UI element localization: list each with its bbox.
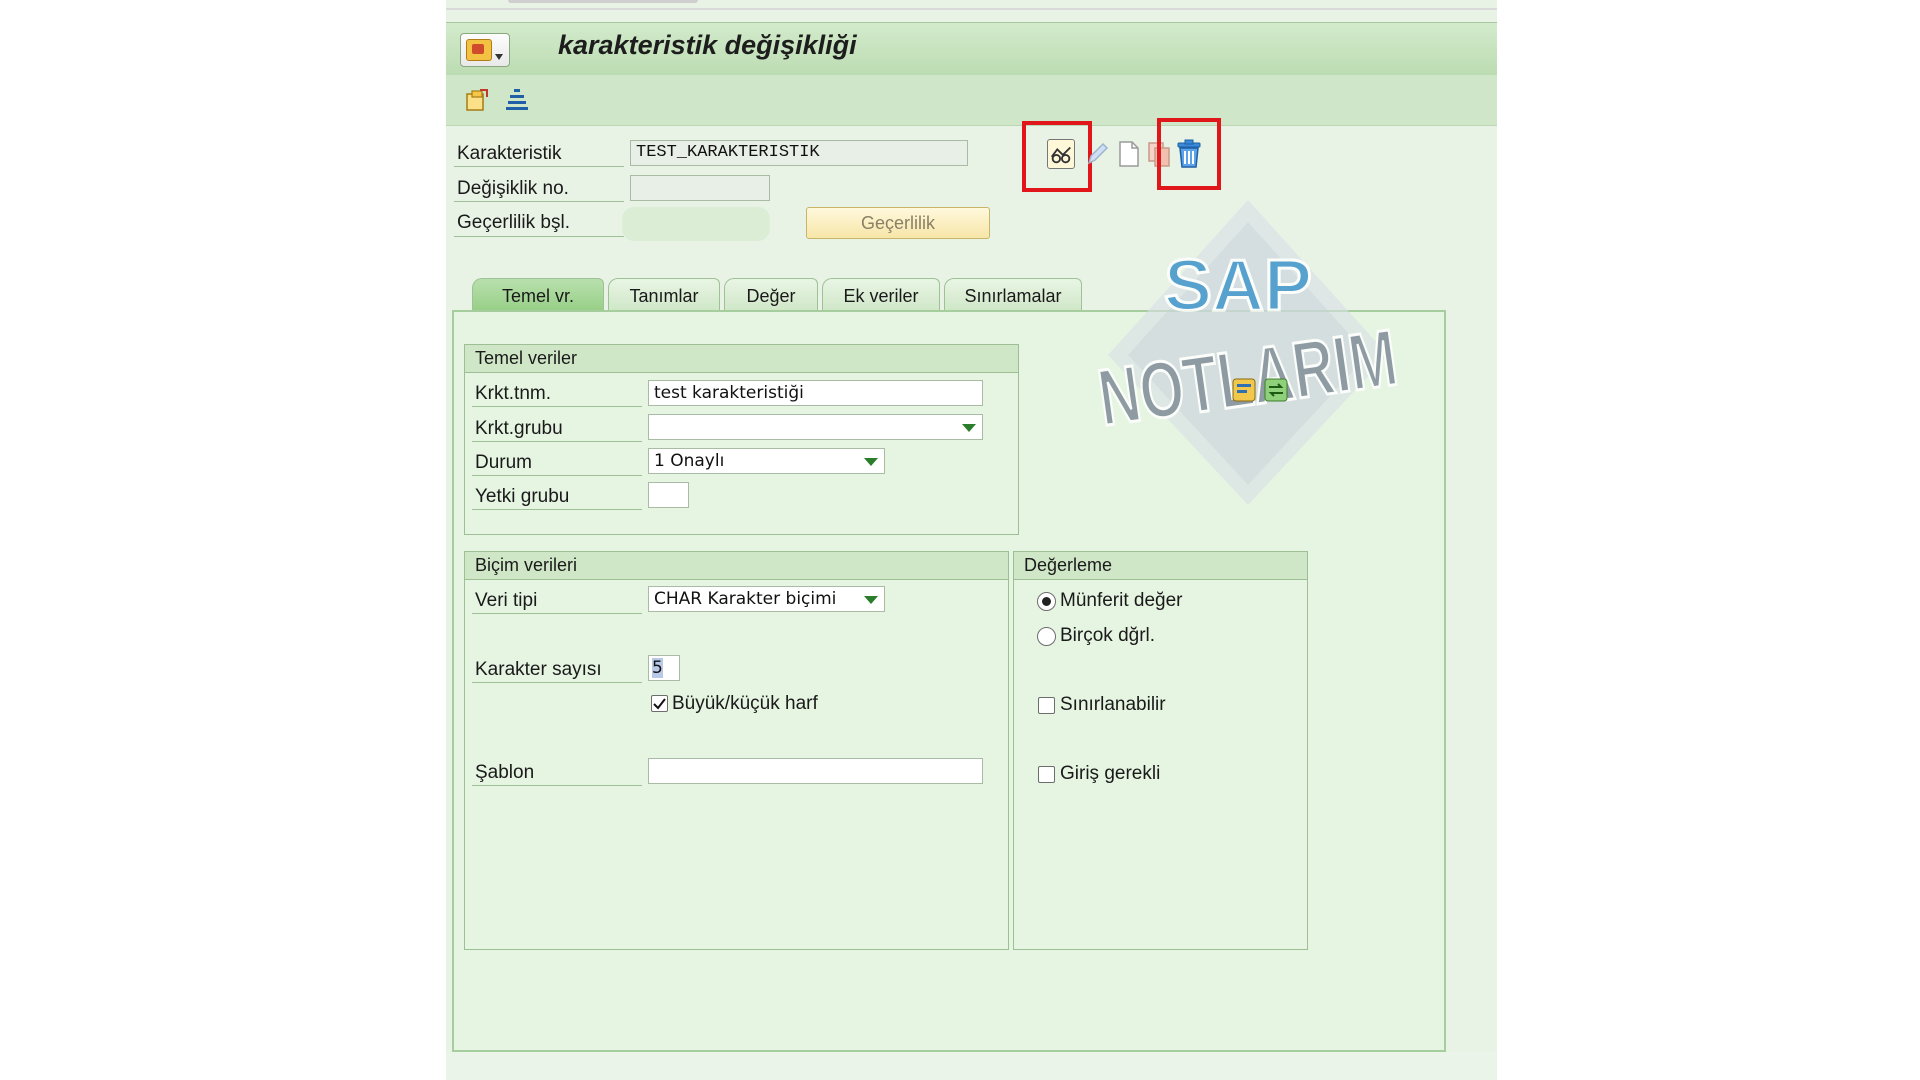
entry-required-label: Giriş gerekli [1060,763,1161,784]
valid-from-label: Geçerlilik bşl. [457,212,570,233]
transfer-icon[interactable] [1263,377,1289,403]
char-group-select[interactable] [648,414,983,440]
entry-required-checkbox[interactable] [1038,766,1055,783]
case-sensitive-checkbox[interactable] [651,695,668,712]
num-chars-label: Karakter sayısı [475,659,602,680]
menu-icon-part [472,44,484,54]
basic-data-group-title: Temel veriler [465,345,1018,373]
num-chars-input[interactable]: 5 [648,655,680,681]
row-divider [454,201,624,202]
status-label: Durum [475,452,533,473]
page-title: karakteristik değişikliği [558,30,857,60]
delete-icon[interactable] [1174,138,1204,170]
num-chars-value: 5 [652,658,663,678]
description-input[interactable]: test karakteristiği [648,380,983,406]
checkmark-icon [653,698,666,710]
tab-basic-data[interactable]: Temel vr. [472,278,604,311]
display-change-icon[interactable] [1047,139,1075,169]
status-bar [446,1052,1497,1080]
hierarchy-icon[interactable] [504,87,530,113]
auth-group-label: Yetki grubu [475,486,570,507]
chevron-down-icon[interactable] [864,458,878,466]
tab-restrictions[interactable]: Sınırlamalar [944,278,1082,311]
tab-values[interactable]: Değer [724,278,818,311]
watermark-sap-text: SAP [1164,246,1312,326]
classification-icon[interactable] [1231,377,1257,403]
characteristic-field[interactable]: TEST_KARAKTERISTIK [630,140,968,166]
tab-descriptions[interactable]: Tanımlar [608,278,720,311]
change-no-label: Değişiklik no. [457,178,569,199]
row-divider [472,682,642,683]
multiple-values-label: Birçok dğrl. [1060,625,1156,646]
other-characteristic-icon[interactable] [464,87,490,113]
multiple-values-radio[interactable] [1037,627,1056,646]
validity-button[interactable]: Geçerlilik [806,207,990,239]
row-divider [454,236,624,237]
valid-from-field[interactable] [622,207,770,241]
row-divider [454,166,624,167]
chevron-down-icon[interactable] [864,596,878,604]
template-input[interactable] [648,758,983,784]
template-label: Şablon [475,762,535,783]
data-type-select[interactable]: CHAR Karakter biçimi [648,586,885,612]
characteristic-label: Karakteristik [457,143,562,164]
chevron-down-icon [495,54,503,60]
row-divider [472,785,642,786]
chevron-down-icon[interactable] [962,424,976,432]
row-divider [472,441,642,442]
char-group-label: Krkt.grubu [475,418,563,439]
case-sensitive-label: Büyük/küçük harf [672,693,818,714]
auth-group-input[interactable] [648,482,689,508]
data-type-label: Veri tipi [475,590,538,611]
row-divider [472,475,642,476]
row-divider [472,406,642,407]
pencil-icon[interactable] [1083,139,1111,169]
valuation-group-title: Değerleme [1014,552,1307,580]
format-data-group-title: Biçim verileri [465,552,1008,580]
application-toolbar [446,75,1497,126]
description-label: Krkt.tnm. [475,383,552,404]
status-select[interactable]: 1 Onaylı [648,448,885,474]
top-tab-stub [508,0,698,3]
top-divider [446,8,1497,10]
sap-notlarim-watermark: SAP NOTLARIM [1091,200,1404,505]
menu-icon[interactable] [460,33,510,67]
row-divider [472,509,642,510]
change-no-field[interactable] [630,175,770,201]
title-bar: karakteristik değişikliği [446,22,1497,76]
restrictable-checkbox[interactable] [1038,697,1055,714]
single-value-label: Münferit değer [1060,590,1183,611]
data-type-value: CHAR Karakter biçimi [654,589,837,609]
radio-selected-dot [1042,597,1051,606]
restrictable-label: Sınırlanabilir [1060,694,1166,715]
tab-additional-data[interactable]: Ek veriler [822,278,940,311]
row-divider [472,613,642,614]
status-value: 1 Onaylı [654,451,725,471]
new-document-icon[interactable] [1114,139,1142,169]
single-value-radio[interactable] [1037,592,1056,611]
